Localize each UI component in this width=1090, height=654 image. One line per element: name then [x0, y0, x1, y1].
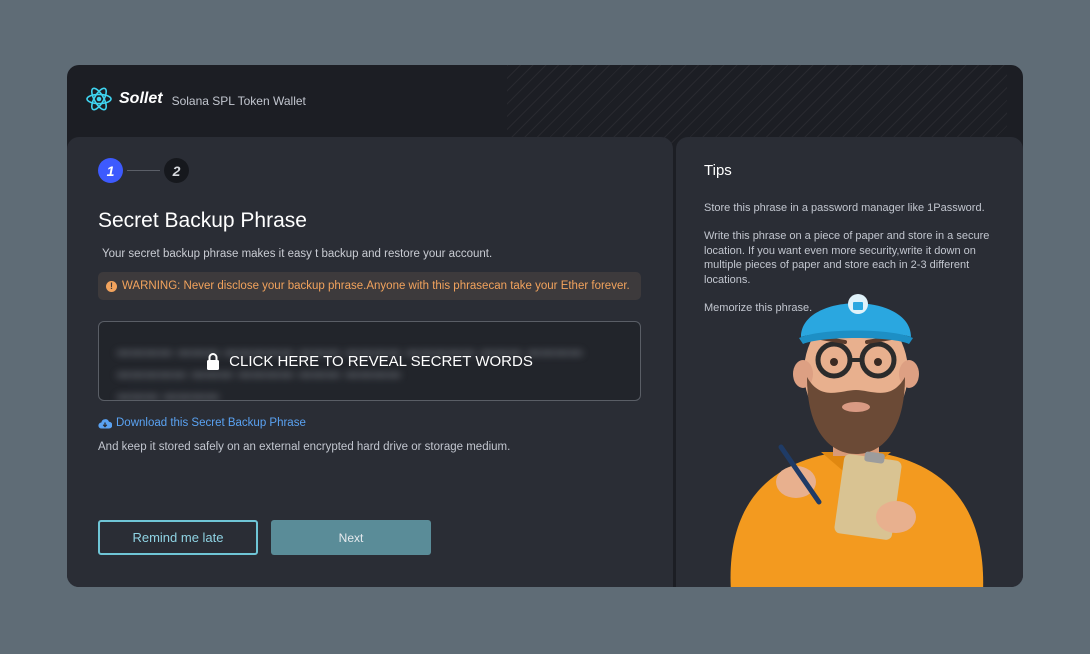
download-backup-link[interactable]: Download this Secret Backup Phrase	[98, 417, 306, 429]
mascot-illustration	[730, 294, 984, 587]
remind-me-later-button[interactable]: Remind me late	[98, 520, 258, 555]
page-subtitle: Your secret backup phrase makes it easy …	[102, 248, 493, 260]
step-connector	[127, 170, 160, 171]
atom-logo-icon	[86, 87, 112, 111]
brand-subtitle: Solana SPL Token Wallet	[171, 93, 306, 108]
download-link-label: Download this Secret Backup Phrase	[116, 417, 306, 429]
step-2-indicator: 2	[164, 158, 189, 183]
warning-text: WARNING: Never disclose your backup phra…	[122, 280, 630, 292]
exclamation-circle-icon: !	[106, 280, 117, 292]
page-title: Secret Backup Phrase	[98, 209, 307, 232]
brand-name: Sollet	[119, 90, 163, 107]
wallet-window: Sollet Solana SPL Token Wallet 1 2 Secre…	[67, 65, 1023, 587]
header-pattern	[507, 65, 1007, 145]
reveal-label: CLICK HERE TO REVEAL SECRET WORDS	[229, 352, 533, 370]
next-button[interactable]: Next	[271, 520, 431, 555]
lock-icon	[207, 353, 220, 370]
reveal-label-group: CLICK HERE TO REVEAL SECRET WORDS	[206, 352, 533, 370]
reveal-secret-words-button[interactable]: ▬▬▬▬ ▬▬▬ ▬▬▬▬▬ ▬▬▬ ▬▬▬▬ ▬▬▬▬▬ ▬▬▬ ▬▬▬▬ ▬…	[98, 321, 641, 401]
cloud-download-icon	[98, 418, 112, 429]
tip-item: Store this phrase in a password manager …	[704, 202, 985, 214]
tips-title: Tips	[704, 162, 732, 179]
storage-note: And keep it stored safely on an external…	[98, 441, 511, 453]
backup-phrase-panel: 1 2 Secret Backup Phrase Your secret bac…	[67, 137, 673, 587]
stepper: 1 2	[98, 158, 189, 183]
brand-header: Sollet Solana SPL Token Wallet	[85, 85, 306, 113]
blurred-secret-words: ▬▬▬▬ ▬▬▬ ▬▬▬▬▬ ▬▬▬ ▬▬▬▬ ▬▬▬▬▬ ▬▬▬ ▬▬▬▬ ▬…	[117, 343, 584, 401]
step-1-indicator: 1	[98, 158, 123, 183]
tips-panel: Tips Store this phrase in a password man…	[676, 137, 1023, 587]
tip-item: Write this phrase on a piece of paper an…	[704, 230, 990, 286]
warning-banner: ! WARNING: Never disclose your backup ph…	[98, 272, 641, 300]
